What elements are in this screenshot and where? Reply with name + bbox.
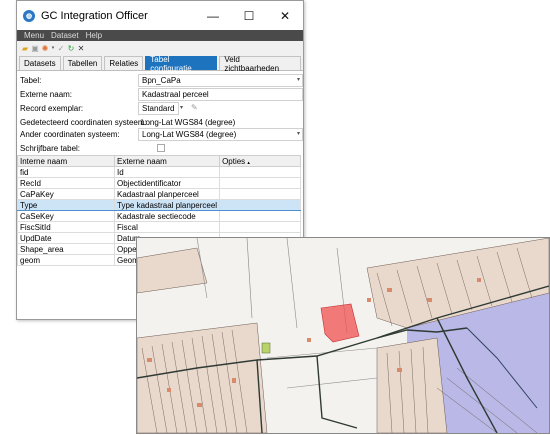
record-row: Record exemplar: Standard ▾ ✎ (17, 102, 303, 115)
cell-intern[interactable]: FiscSitId (17, 221, 115, 233)
cell-intern[interactable]: fid (17, 166, 115, 178)
menu-bar: Menu Dataset Help (17, 30, 303, 41)
table-row[interactable]: CaSeKey Kadastrale sectiecode (17, 210, 301, 222)
window-title: GC Integration Officer (41, 9, 148, 22)
toolbar: ▰ ▣ ✺ ▾ ✓ ↻ ✕ (17, 41, 303, 55)
cell-opties[interactable] (219, 210, 301, 222)
menu-item-menu[interactable]: Menu (24, 31, 44, 40)
schrijfbaar-checkbox[interactable] (157, 144, 165, 152)
tab-strip: Datasets Tabellen Relaties Tabel configu… (17, 55, 303, 73)
schrijfbaar-label: Schrijfbare tabel: (20, 144, 81, 153)
minimize-button[interactable]: — (195, 1, 231, 30)
externe-naam-row: Externe naam: Kadastraal perceel (17, 88, 303, 101)
cell-extern[interactable]: Type kadastraal planperceel (113, 199, 221, 211)
maximize-button[interactable]: ☐ (231, 1, 267, 30)
refresh-icon[interactable]: ↻ (67, 44, 75, 53)
cell-intern[interactable]: geom (17, 254, 115, 266)
schrijfbaar-row: Schrijfbare tabel: (17, 142, 303, 155)
save-icon[interactable]: ▣ (31, 44, 39, 53)
tab-tabellen[interactable]: Tabellen (62, 56, 103, 70)
check-icon[interactable]: ✓ (57, 44, 65, 53)
menu-item-dataset[interactable]: Dataset (51, 31, 79, 40)
cell-extern[interactable]: Kadastrale sectiecode (113, 210, 221, 222)
grid-header-intern[interactable]: Interne naam (17, 155, 115, 167)
delete-icon[interactable]: ✕ (77, 44, 85, 53)
table-row-selected[interactable]: Type Type kadastraal planperceel (17, 199, 301, 211)
ander-value: Long-Lat WGS84 (degree) (142, 130, 237, 139)
externe-naam-value: Kadastraal perceel (142, 90, 209, 99)
grid-header-opties[interactable]: Opties ▴ (219, 155, 301, 167)
tab-relaties[interactable]: Relaties (104, 56, 144, 70)
cadastral-map[interactable] (137, 238, 549, 433)
cell-opties[interactable] (219, 221, 301, 233)
cell-intern[interactable]: CaPaKey (17, 188, 115, 200)
record-select[interactable]: Standard (138, 102, 179, 115)
table-row[interactable]: FiscSitId Fiscal (17, 221, 301, 233)
chevron-down-icon: ▾ (296, 77, 300, 83)
cell-intern[interactable]: CaSeKey (17, 210, 115, 222)
cell-opties[interactable] (219, 166, 301, 178)
ander-select[interactable]: Long-Lat WGS84 (degree) ▾ (138, 128, 303, 141)
cell-opties[interactable] (219, 199, 301, 211)
folder-icon[interactable]: ▰ (21, 44, 29, 53)
externe-naam-input[interactable]: Kadastraal perceel (138, 88, 303, 101)
gedetecteerd-value: Long-Lat WGS84 (degree) (141, 118, 236, 127)
chevron-down-icon[interactable]: ▾ (51, 44, 55, 52)
map-view[interactable] (136, 237, 550, 434)
table-row[interactable]: fid Id (17, 166, 301, 178)
app-logo-icon: ◍ (23, 9, 35, 22)
cell-intern[interactable]: Shape_area (17, 243, 115, 255)
table-row[interactable]: CaPaKey Kadastraal planperceel (17, 188, 301, 200)
tabel-select[interactable]: Bpn_CaPa ▾ (138, 74, 303, 87)
grid-header-opties-label: Opties (222, 156, 246, 166)
tab-datasets[interactable]: Datasets (19, 56, 61, 70)
tabel-value: Bpn_CaPa (142, 76, 181, 85)
cell-extern[interactable]: Kadastraal planperceel (113, 188, 221, 200)
ander-label: Ander coordinaten systeem: (20, 130, 120, 139)
cell-extern[interactable]: Fiscal (113, 221, 221, 233)
close-button[interactable]: ✕ (267, 1, 303, 30)
title-bar[interactable]: ◍ GC Integration Officer — ☐ ✕ (17, 1, 303, 30)
grid-header-extern[interactable]: Externe naam (113, 155, 221, 167)
cell-intern[interactable]: UpdDate (17, 232, 115, 244)
cell-extern[interactable]: Id (113, 166, 221, 178)
table-row[interactable]: RecId Objectidentificator (17, 177, 301, 189)
ander-row: Ander coordinaten systeem: Long-Lat WGS8… (17, 128, 303, 141)
cell-intern[interactable]: RecId (17, 177, 115, 189)
chevron-down-icon[interactable]: ▾ (180, 104, 183, 111)
tab-tabel-configuratie[interactable]: Tabel configuratie (145, 55, 218, 73)
chevron-down-icon: ▾ (296, 131, 300, 137)
gear-icon[interactable]: ✺ (41, 44, 49, 53)
tabel-row: Tabel: Bpn_CaPa ▾ (17, 74, 303, 87)
cell-extern[interactable]: Objectidentificator (113, 177, 221, 189)
record-value: Standard (142, 104, 175, 113)
cell-opties[interactable] (219, 177, 301, 189)
tabel-label: Tabel: (20, 76, 42, 85)
gedetecteerd-label: Gedetecteerd coordinaten systeem: (20, 118, 147, 127)
cell-opties[interactable] (219, 188, 301, 200)
record-label: Record exemplar: (20, 104, 84, 113)
sort-up-icon: ▴ (247, 159, 250, 166)
edit-icon[interactable]: ✎ (191, 103, 198, 112)
tab-veld-zichtbaarheden[interactable]: Veld zichtbaarheden (219, 55, 301, 73)
cell-intern[interactable]: Type (17, 199, 115, 211)
externe-naam-label: Externe naam: (20, 90, 73, 99)
menu-item-help[interactable]: Help (86, 31, 102, 40)
